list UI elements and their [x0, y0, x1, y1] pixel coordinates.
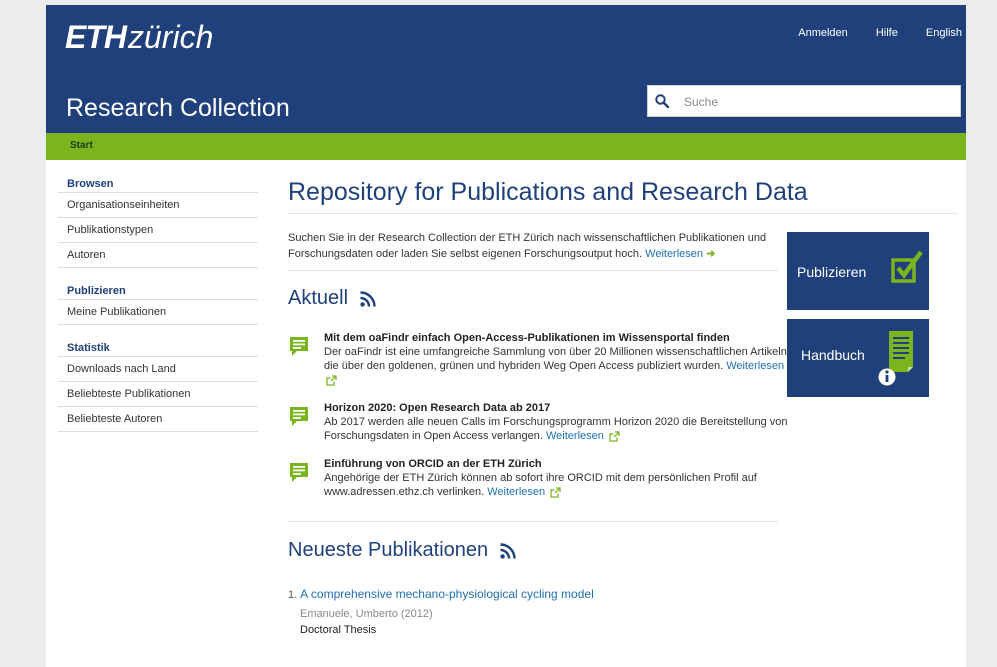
sidebar-item-publikationstypen[interactable]: Publikationstypen: [58, 218, 258, 243]
news-read-more-link[interactable]: Weiterlesen: [487, 486, 545, 498]
news-title[interactable]: Horizon 2020: Open Research Data ab 2017: [324, 401, 794, 415]
sidebar-item-beliebteste-autoren[interactable]: Beliebteste Autoren: [58, 407, 258, 432]
rss-icon[interactable]: [359, 291, 376, 307]
intro-read-more-link[interactable]: Weiterlesen: [645, 248, 703, 260]
latest-publications-label: Neueste Publikationen: [288, 539, 489, 561]
language-link[interactable]: English: [926, 27, 962, 39]
publication-title-link[interactable]: A comprehensive mechano-physiological cy…: [300, 587, 593, 601]
sidebar: Browsen Organisationseinheiten Publikati…: [58, 173, 258, 432]
sidebar-heading-statistics: Statistik: [58, 337, 258, 357]
news-read-more-link[interactable]: Weiterlesen: [546, 430, 604, 442]
news-item: Horizon 2020: Open Research Data ab 2017…: [288, 401, 794, 443]
help-link[interactable]: Hilfe: [876, 27, 898, 39]
arrow-right-icon: ➜: [706, 248, 716, 260]
external-link-icon: [326, 374, 337, 386]
section-divider: [288, 521, 778, 522]
search-box: [647, 85, 961, 117]
speech-bubble-icon: [290, 337, 308, 356]
news-body-text: Der oaFindr ist eine umfangreiche Sammlu…: [324, 346, 790, 372]
page-title: Repository for Publications and Research…: [288, 175, 958, 214]
external-link-icon: [609, 430, 620, 442]
speech-bubble-icon: [290, 407, 308, 426]
publish-tile-label: Publizieren: [797, 264, 867, 280]
news-body: Der oaFindr ist eine umfangreiche Sammlu…: [324, 345, 794, 387]
app-title[interactable]: Research Collection: [66, 93, 290, 123]
sidebar-heading-browse: Browsen: [58, 173, 258, 193]
speech-bubble-icon: [290, 463, 308, 482]
news-title[interactable]: Einführung von ORCID an der ETH Zürich: [324, 457, 794, 471]
handbook-info-icon: [878, 331, 913, 386]
handbook-tile-button[interactable]: Handbuch: [787, 319, 929, 397]
page-frame: ETHzürich Anmelden Hilfe English Researc…: [46, 5, 966, 667]
rss-icon[interactable]: [500, 543, 516, 559]
logo-zurich: zürich: [128, 19, 214, 55]
top-links: Anmelden Hilfe English: [773, 27, 962, 39]
eth-zurich-logo[interactable]: ETHzürich: [65, 17, 213, 57]
sidebar-item-downloads-nach-land[interactable]: Downloads nach Land: [58, 357, 258, 382]
news-body: Angehörige der ETH Zürich können ab sofo…: [324, 471, 794, 499]
search-icon[interactable]: [655, 94, 669, 108]
intro-text: Suchen Sie in der Research Collection de…: [288, 230, 778, 271]
publication-title-line: 1. A comprehensive mechano-physiological…: [288, 586, 958, 603]
news-item: Einführung von ORCID an der ETH Zürich A…: [288, 457, 794, 499]
sidebar-heading-publish: Publizieren: [58, 280, 258, 300]
logo-eth: ETH: [65, 19, 127, 55]
handbook-tile-label: Handbuch: [801, 347, 865, 363]
publish-tile-button[interactable]: Publizieren: [787, 232, 929, 310]
latest-publications-heading: Neueste Publikationen: [288, 536, 958, 564]
news-item: Mit dem oaFindr einfach Open-Access-Publ…: [288, 331, 794, 387]
site-header: ETHzürich Anmelden Hilfe English Researc…: [46, 5, 966, 133]
breadcrumb-start[interactable]: Start: [70, 140, 93, 151]
publication-item: 1. A comprehensive mechano-physiological…: [288, 586, 958, 638]
breadcrumb-bar: Start: [46, 133, 966, 160]
news-read-more-link[interactable]: Weiterlesen: [726, 360, 784, 372]
search-input[interactable]: [682, 92, 956, 112]
external-link-icon: [550, 486, 561, 498]
login-link[interactable]: Anmelden: [798, 27, 848, 39]
sidebar-item-autoren[interactable]: Autoren: [58, 243, 258, 268]
publication-type: Doctoral Thesis: [300, 624, 377, 636]
sidebar-item-beliebteste-publikationen[interactable]: Beliebteste Publikationen: [58, 382, 258, 407]
publication-number: 1.: [288, 589, 298, 601]
news-body: Ab 2017 werden alle neuen Calls im Forsc…: [324, 415, 794, 443]
sidebar-item-meine-publikationen[interactable]: Meine Publikationen: [58, 300, 258, 325]
publication-author: Emanuele, Umberto (2012): [300, 608, 433, 620]
checkbox-checked-icon: [891, 250, 923, 283]
sidebar-item-organisationseinheiten[interactable]: Organisationseinheiten: [58, 193, 258, 218]
news-title[interactable]: Mit dem oaFindr einfach Open-Access-Publ…: [324, 331, 794, 345]
news-heading-label: Aktuell: [288, 287, 349, 309]
